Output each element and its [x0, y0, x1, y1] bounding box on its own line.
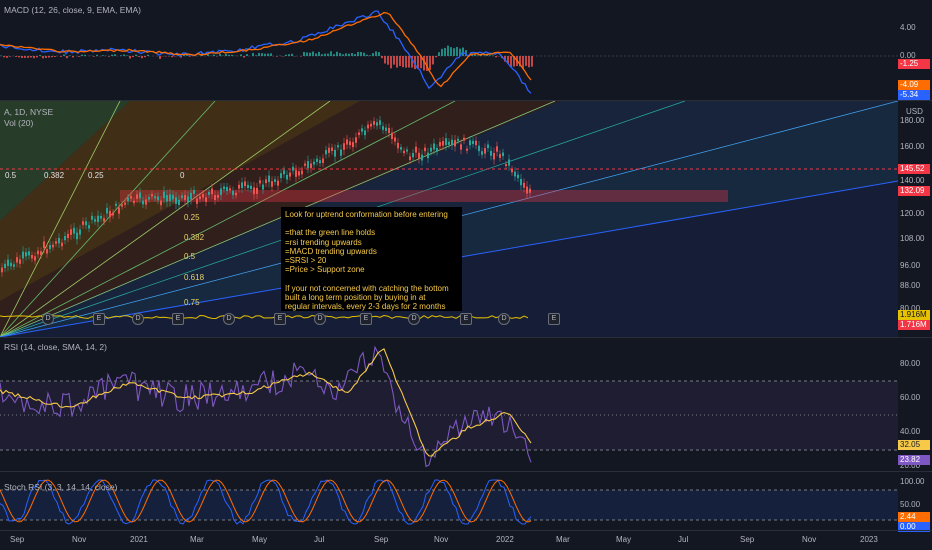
note-line: =rsi trending upwards	[285, 237, 362, 247]
note-line: Look for uptrend conformation before ent…	[285, 210, 448, 219]
stoch-rsi-chart	[0, 479, 898, 525]
symbol-title[interactable]: A, 1D, NYSE	[4, 107, 53, 117]
time-axis-label: Sep	[374, 535, 389, 544]
note-line: =SRSI > 20	[285, 256, 327, 266]
time-axis-label: May	[616, 535, 632, 544]
stoch-rsi-pane[interactable]: Stoch RSI (3, 3, 14, 14, close)	[0, 472, 932, 530]
currency-label: USD	[906, 107, 923, 116]
stoch-tick: 50.00	[900, 500, 921, 509]
rsi-tick: 60.00	[900, 393, 921, 402]
note-line: regular intervals, every 2-3 days for 2 …	[285, 302, 446, 312]
earnings-marker[interactable]: E	[172, 313, 184, 325]
note-line: If your not concerned with catching the …	[285, 283, 449, 293]
time-axis-label: Sep	[10, 535, 25, 544]
macd-signal-tag: -4.09	[898, 80, 930, 90]
time-axis-label: Nov	[434, 535, 449, 544]
fib-label: 0.25	[184, 213, 200, 222]
note-line	[285, 274, 458, 283]
price-tick: 180.00	[900, 116, 925, 125]
time-axis-label: May	[252, 535, 268, 544]
time-axis-label: 2023	[860, 535, 878, 544]
earnings-marker[interactable]: E	[548, 313, 560, 325]
rsi-tick: 80.00	[900, 359, 921, 368]
earnings-marker[interactable]: E	[93, 313, 105, 325]
macd-line-tag: -5.34	[898, 90, 930, 100]
price-tick: 88.00	[900, 281, 921, 290]
xaxis-divider	[0, 530, 932, 531]
stoch-rsi-title: Stoch RSI (3, 3, 14, 14, close)	[4, 482, 118, 492]
stoch-d-tag: 2.44	[898, 512, 930, 522]
macd-title: MACD (12, 26, close, 9, EMA, EMA)	[4, 5, 141, 15]
fib-label: 0.618	[184, 273, 205, 282]
last-price-tag: 132.09	[898, 186, 930, 196]
note-line: =MACD trending upwards	[285, 246, 377, 256]
time-axis-label: 2021	[130, 535, 148, 544]
fib-label: 0.5	[184, 252, 196, 261]
note-line: =Price > Support zone	[285, 265, 365, 275]
fib-label: 0	[180, 171, 185, 180]
macd-hist-tag: -1.25	[898, 59, 930, 69]
rsi-tag: 23.82	[898, 455, 930, 465]
macd-pane[interactable]: MACD (12, 26, close, 9, EMA, EMA)	[0, 0, 932, 100]
dividend-marker[interactable]: D	[132, 313, 144, 325]
macd-tick: 4.00	[900, 23, 916, 32]
time-axis-label: Jul	[678, 535, 689, 544]
volume-tag: 1.716M	[898, 320, 930, 330]
dividend-marker[interactable]: D	[314, 313, 326, 325]
earnings-marker[interactable]: E	[360, 313, 372, 325]
fib-label: 0.25	[88, 171, 104, 180]
earnings-marker[interactable]: E	[460, 313, 472, 325]
fib-label: 0.5	[5, 171, 17, 180]
macd-chart	[0, 10, 898, 94]
note-line	[285, 219, 458, 228]
volume-tag: 1.916M	[898, 310, 930, 320]
dividend-marker[interactable]: D	[408, 313, 420, 325]
price-tick: 160.00	[900, 142, 925, 151]
time-axis-label: 2022	[496, 535, 514, 544]
annotation-note[interactable]: Look for uptrend conformation before ent…	[281, 207, 462, 311]
price-tick: 140.00	[900, 176, 925, 185]
volume-title[interactable]: Vol (20)	[4, 118, 33, 128]
time-axis-label: Nov	[802, 535, 817, 544]
dividend-marker[interactable]: D	[498, 313, 510, 325]
price-tick: 96.00	[900, 261, 921, 270]
price-tick: 108.00	[900, 234, 925, 243]
price-tick: 120.00	[900, 209, 925, 218]
time-axis-label: Sep	[740, 535, 755, 544]
time-axis-label: Mar	[556, 535, 570, 544]
dividend-marker[interactable]: D	[223, 313, 235, 325]
fib-label: 0.382	[184, 233, 205, 242]
time-axis-label: Mar	[190, 535, 204, 544]
dividend-marker[interactable]: D	[42, 313, 54, 325]
rsi-title: RSI (14, close, SMA, 14, 2)	[4, 342, 107, 352]
time-axis-label: Jul	[314, 535, 325, 544]
fib-label: 0.382	[44, 171, 65, 180]
earnings-marker[interactable]: E	[274, 313, 286, 325]
fib-label: 0.75	[184, 298, 200, 307]
price-pane[interactable]: A, 1D, NYSE Vol (20) 0.5 0.382 0.25 0 0.…	[0, 101, 932, 337]
rsi-pane[interactable]: RSI (14, close, SMA, 14, 2)	[0, 338, 932, 471]
rsi-sma-tag: 32.05	[898, 440, 930, 450]
rsi-chart	[0, 345, 898, 468]
rsi-tick: 40.00	[900, 427, 921, 436]
note-line: =that the green line holds	[285, 228, 376, 238]
support-price-tag: 145.52	[898, 164, 930, 174]
time-axis-label: Nov	[72, 535, 87, 544]
stoch-tick: 100.00	[900, 477, 925, 486]
note-line: built a long term position by buying in …	[285, 292, 426, 302]
